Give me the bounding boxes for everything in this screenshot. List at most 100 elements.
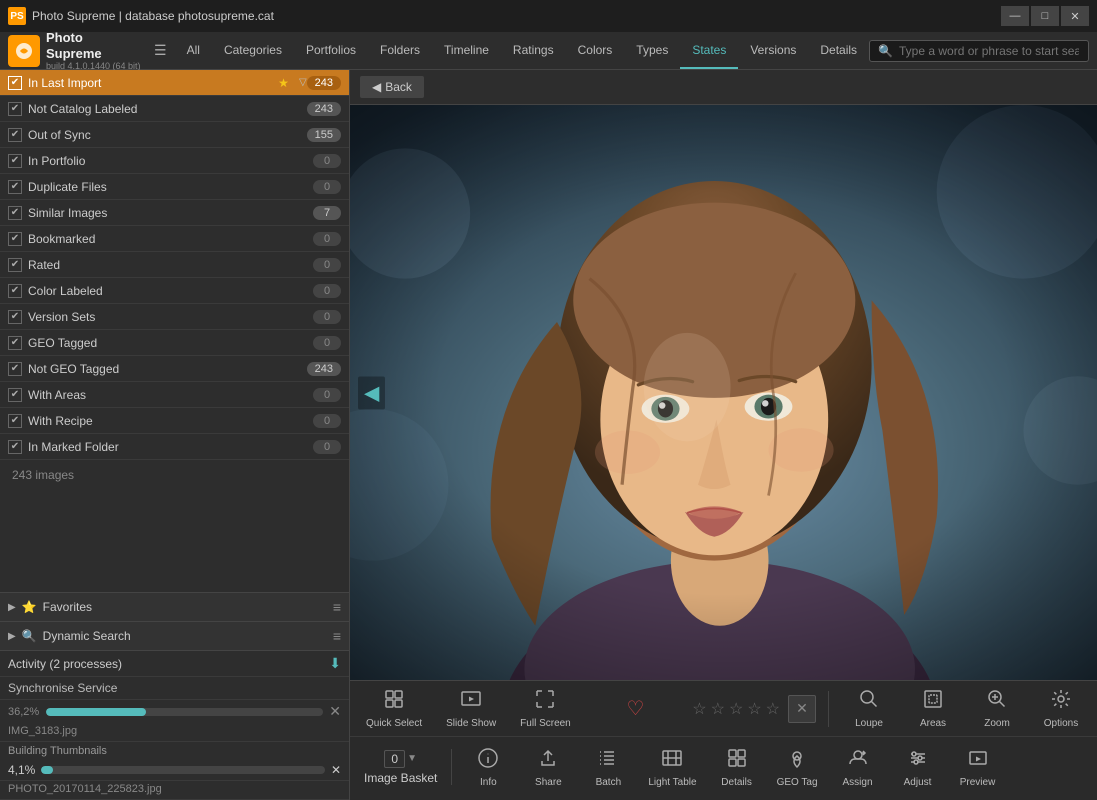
star-5[interactable]: ☆ — [766, 699, 780, 719]
favorites-menu-icon[interactable]: ≡ — [333, 599, 341, 615]
state-item-duplicate-files[interactable]: ✔ Duplicate Files 0 — [0, 174, 349, 200]
tab-timeline[interactable]: Timeline — [432, 32, 501, 69]
separator-1 — [828, 691, 829, 727]
dynamic-search-menu-icon[interactable]: ≡ — [333, 628, 341, 644]
filename-row-2: PHOTO_20170114_225823.jpg — [0, 781, 349, 800]
areas-button[interactable]: Areas — [905, 684, 961, 734]
maximize-button[interactable]: □ — [1031, 6, 1059, 26]
filename-2: PHOTO_20170114_225823.jpg — [8, 783, 162, 795]
count-with-recipe: 0 — [313, 414, 341, 428]
sidebar-content: ✔ In Last Import ★ ▽ 243 ✔ Not Catalog L… — [0, 70, 349, 592]
checkbox-out-of-sync[interactable]: ✔ — [8, 128, 22, 142]
checkbox-in-last-import[interactable]: ✔ — [8, 76, 22, 90]
geo-tag-button[interactable]: GEO Tag — [769, 742, 826, 792]
star-3[interactable]: ☆ — [729, 699, 743, 719]
options-button[interactable]: Options — [1033, 684, 1089, 734]
checkbox-not-geo-tagged[interactable]: ✔ — [8, 362, 22, 376]
state-item-in-portfolio[interactable]: ✔ In Portfolio 0 — [0, 148, 349, 174]
image-basket-button[interactable]: 0 ▼ Image Basket — [358, 742, 443, 792]
state-item-bookmarked[interactable]: ✔ Bookmarked 0 — [0, 226, 349, 252]
quick-select-button[interactable]: Quick Select — [358, 684, 430, 734]
star-rating: ☆ ☆ ☆ ☆ ☆ — [692, 699, 780, 719]
state-item-version-sets[interactable]: ✔ Version Sets 0 — [0, 304, 349, 330]
tab-versions[interactable]: Versions — [738, 32, 808, 69]
checkbox-duplicate-files[interactable]: ✔ — [8, 180, 22, 194]
star-4[interactable]: ☆ — [747, 699, 761, 719]
tab-folders[interactable]: Folders — [368, 32, 432, 69]
state-item-in-marked-folder[interactable]: ✔ In Marked Folder 0 — [0, 434, 349, 460]
zoom-button[interactable]: Zoom — [969, 684, 1025, 734]
loupe-button[interactable]: Loupe — [841, 684, 897, 734]
checkbox-not-catalog-labeled[interactable]: ✔ — [8, 102, 22, 116]
checkbox-geo-tagged[interactable]: ✔ — [8, 336, 22, 350]
heart-icon[interactable]: ♡ — [627, 696, 645, 721]
count-similar-images: 7 — [313, 206, 341, 220]
tab-states[interactable]: States — [680, 32, 738, 69]
preview-button[interactable]: Preview — [950, 742, 1006, 792]
progress-bar-2 — [41, 766, 52, 774]
share-button[interactable]: Share — [520, 742, 576, 792]
search-box[interactable]: 🔍 — [869, 40, 1089, 62]
tab-portfolios[interactable]: Portfolios — [294, 32, 368, 69]
app-icon: PS — [8, 7, 26, 25]
state-item-geo-tagged[interactable]: ✔ GEO Tagged 0 — [0, 330, 349, 356]
navbar: Photo Supreme build 4.1.0.1440 (64 bit) … — [0, 32, 1097, 70]
cancel-progress1-button[interactable]: ✕ — [329, 703, 341, 720]
back-button[interactable]: ◀ Back — [360, 76, 424, 98]
tab-categories[interactable]: Categories — [212, 32, 294, 69]
adjust-label: Adjust — [904, 777, 932, 788]
tab-types[interactable]: Types — [624, 32, 680, 69]
details-button[interactable]: Details — [709, 742, 765, 792]
checkbox-version-sets[interactable]: ✔ — [8, 310, 22, 324]
checkbox-with-recipe[interactable]: ✔ — [8, 414, 22, 428]
filter-icon: ▽ — [299, 77, 307, 88]
hamburger-menu[interactable]: ☰ — [154, 42, 167, 59]
batch-icon — [597, 747, 619, 774]
state-label-color-labeled: Color Labeled — [28, 284, 313, 298]
count-not-geo-tagged: 243 — [307, 362, 341, 376]
full-screen-button[interactable]: Full Screen — [512, 684, 579, 734]
state-item-out-of-sync[interactable]: ✔ Out of Sync 155 — [0, 122, 349, 148]
state-item-not-geo-tagged[interactable]: ✔ Not GEO Tagged 243 — [0, 356, 349, 382]
checkbox-color-labeled[interactable]: ✔ — [8, 284, 22, 298]
main-layout: ✔ In Last Import ★ ▽ 243 ✔ Not Catalog L… — [0, 70, 1097, 800]
search-icon: 🔍 — [878, 44, 893, 58]
checkbox-rated[interactable]: ✔ — [8, 258, 22, 272]
state-item-with-recipe[interactable]: ✔ With Recipe 0 — [0, 408, 349, 434]
nav-arrow-left[interactable]: ◀ — [358, 376, 385, 409]
state-item-with-areas[interactable]: ✔ With Areas 0 — [0, 382, 349, 408]
state-label-in-portfolio: In Portfolio — [28, 154, 313, 168]
tab-colors[interactable]: Colors — [566, 32, 625, 69]
reject-button[interactable]: ✕ — [788, 695, 816, 723]
search-input[interactable] — [899, 44, 1079, 58]
state-item-color-labeled[interactable]: ✔ Color Labeled 0 — [0, 278, 349, 304]
dynamic-search-row[interactable]: ▶ 🔍 Dynamic Search ≡ — [0, 622, 349, 651]
checkbox-in-portfolio[interactable]: ✔ — [8, 154, 22, 168]
assign-button[interactable]: Assign — [830, 742, 886, 792]
adjust-button[interactable]: Adjust — [890, 742, 946, 792]
checkbox-with-areas[interactable]: ✔ — [8, 388, 22, 402]
favorites-row[interactable]: ▶ ⭐ Favorites ≡ — [0, 593, 349, 622]
state-item-rated[interactable]: ✔ Rated 0 — [0, 252, 349, 278]
tab-details[interactable]: Details — [808, 32, 869, 69]
state-label-version-sets: Version Sets — [28, 310, 313, 324]
batch-button[interactable]: Batch — [580, 742, 636, 792]
state-item-not-catalog-labeled[interactable]: ✔ Not Catalog Labeled 243 — [0, 96, 349, 122]
tab-all[interactable]: All — [175, 32, 212, 69]
slide-show-button[interactable]: Slide Show — [438, 684, 504, 734]
star-1[interactable]: ☆ — [692, 699, 706, 719]
checkbox-in-marked-folder[interactable]: ✔ — [8, 440, 22, 454]
checkbox-bookmarked[interactable]: ✔ — [8, 232, 22, 246]
progress2-pct: 4,1% — [8, 763, 35, 777]
state-item-in-last-import[interactable]: ✔ In Last Import ★ ▽ 243 — [0, 70, 349, 96]
cancel-progress2-button[interactable]: ✕ — [331, 763, 341, 777]
state-item-similar-images[interactable]: ✔ Similar Images 7 — [0, 200, 349, 226]
light-table-button[interactable]: Light Table — [640, 742, 704, 792]
count-in-marked-folder: 0 — [313, 440, 341, 454]
checkbox-similar-images[interactable]: ✔ — [8, 206, 22, 220]
close-button[interactable]: ✕ — [1061, 6, 1089, 26]
info-button[interactable]: Info — [460, 742, 516, 792]
tab-ratings[interactable]: Ratings — [501, 32, 566, 69]
minimize-button[interactable]: — — [1001, 6, 1029, 26]
star-2[interactable]: ☆ — [711, 699, 725, 719]
